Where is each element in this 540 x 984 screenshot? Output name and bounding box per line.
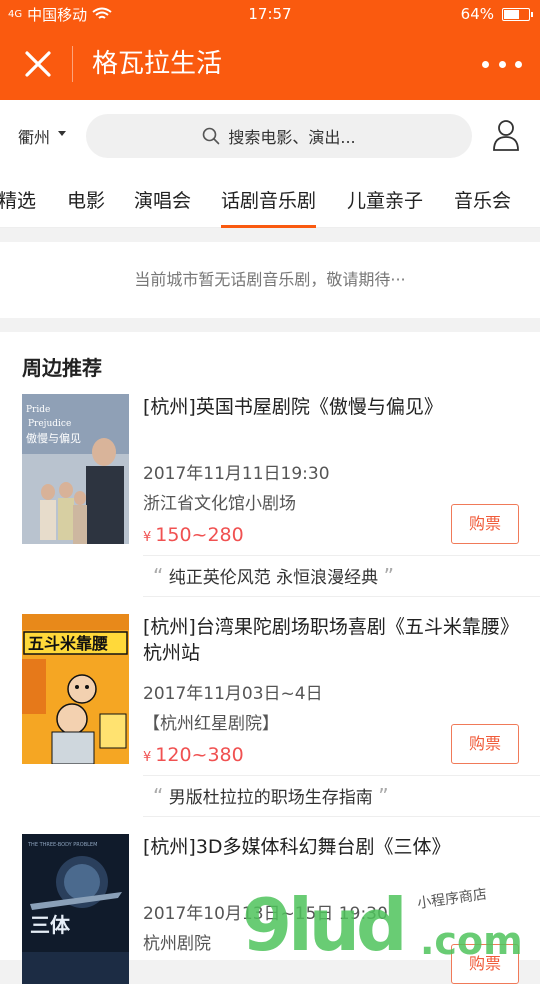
tagline-text: 男版杜拉拉的职场生存指南 bbox=[168, 788, 373, 808]
tagline-text: 纯正英伦风范 永恒浪漫经典 bbox=[168, 568, 379, 588]
battery-icon bbox=[502, 7, 533, 21]
tab-movies[interactable]: 电影 bbox=[67, 186, 105, 213]
user-icon[interactable] bbox=[492, 118, 520, 152]
caret-down-icon bbox=[58, 130, 67, 136]
tab-concerts[interactable]: 演唱会 bbox=[134, 186, 191, 213]
nav-divider bbox=[72, 46, 73, 82]
price-range: 150~280 bbox=[155, 524, 244, 546]
event-price: ¥120~380 bbox=[143, 744, 244, 766]
empty-state-message: 当前城市暂无话剧音乐剧，敬请期待··· bbox=[0, 242, 540, 318]
close-icon[interactable] bbox=[20, 46, 56, 82]
more-options-icon[interactable] bbox=[482, 54, 522, 74]
event-venue: 杭州剧院 bbox=[143, 934, 211, 954]
price-range: 120~380 bbox=[155, 744, 244, 766]
status-time: 17:57 bbox=[248, 5, 292, 23]
buy-ticket-button[interactable]: 购票 bbox=[451, 504, 519, 544]
poster-title-text: THE THREE-BODY PROBLEM bbox=[27, 842, 97, 848]
poster-image[interactable]: Pride Prejudice 傲慢与偏见 bbox=[22, 394, 129, 544]
event-title: [杭州]英国书屋剧院《傲慢与偏见》 bbox=[143, 396, 443, 418]
tagline: “ 男版杜拉拉的职场生存指南 ” bbox=[143, 775, 540, 817]
poster-image[interactable]: 五斗米靠腰 bbox=[22, 614, 129, 764]
event-date: 2017年11月03日~4日 bbox=[143, 684, 323, 704]
search-row: 衢州 搜索电影、演出... bbox=[0, 100, 540, 172]
event-venue: 浙江省文化馆小剧场 bbox=[143, 494, 296, 514]
battery-percent: 64% bbox=[460, 5, 494, 23]
poster-cn-text: 三体 bbox=[30, 913, 71, 937]
event-date: 2017年10月13日~15日 19:30 bbox=[143, 904, 388, 924]
tagline: “ 纯正英伦风范 永恒浪漫经典 ” bbox=[143, 555, 540, 597]
close-quote-icon: ” bbox=[383, 564, 394, 588]
poster-cn-text: 傲慢与偏见 bbox=[26, 431, 81, 445]
event-date: 2017年11月11日19:30 bbox=[143, 464, 330, 484]
event-venue: 【杭州红星剧院】 bbox=[143, 714, 279, 734]
poster-cn-text: 五斗米靠腰 bbox=[28, 634, 108, 653]
poster-title-text: Pride bbox=[26, 405, 50, 415]
currency-symbol: ¥ bbox=[143, 530, 152, 545]
event-title: [杭州]台湾果陀剧场职场喜剧《五斗米靠腰》杭州站 bbox=[143, 616, 519, 664]
buy-ticket-button[interactable]: 购票 bbox=[451, 944, 519, 984]
city-label: 衢州 bbox=[18, 128, 51, 147]
tab-featured[interactable]: 精选 bbox=[0, 186, 36, 213]
poster-subtitle-text: Prejudice bbox=[28, 419, 71, 429]
search-placeholder: 搜索电影、演出... bbox=[228, 128, 356, 147]
tab-classical-concerts[interactable]: 音乐会 bbox=[454, 186, 511, 213]
open-quote-icon: “ bbox=[153, 784, 164, 808]
tab-kids-family[interactable]: 儿童亲子 bbox=[347, 186, 423, 213]
status-bar: 4G 中国移动 17:57 64% bbox=[0, 0, 540, 28]
buy-ticket-button[interactable]: 购票 bbox=[451, 724, 519, 764]
section-title: 周边推荐 bbox=[22, 356, 102, 380]
search-icon bbox=[203, 127, 220, 145]
nav-bar: 格瓦拉生活 bbox=[0, 28, 540, 100]
search-input[interactable]: 搜索电影、演出... bbox=[86, 114, 472, 158]
open-quote-icon: “ bbox=[153, 564, 164, 588]
event-title: [杭州]3D多媒体科幻舞台剧《三体》 bbox=[143, 836, 451, 858]
category-tabs: 精选 电影 演唱会 话剧音乐剧 儿童亲子 音乐会 bbox=[0, 172, 540, 228]
close-quote-icon: ” bbox=[378, 784, 389, 808]
event-price: ¥150~280 bbox=[143, 524, 244, 546]
tab-drama-musicals[interactable]: 话剧音乐剧 bbox=[221, 186, 317, 228]
nearby-recommendations: 周边推荐 Pride Prejudice 傲慢与偏见 [杭州]英国书屋剧院《傲慢… bbox=[0, 332, 540, 984]
status-right: 64% bbox=[460, 5, 533, 23]
city-selector[interactable]: 衢州 bbox=[18, 124, 67, 148]
page-title: 格瓦拉生活 bbox=[92, 49, 223, 79]
currency-symbol: ¥ bbox=[143, 750, 152, 765]
poster-image[interactable]: THE THREE-BODY PROBLEM 三体 bbox=[22, 834, 129, 984]
